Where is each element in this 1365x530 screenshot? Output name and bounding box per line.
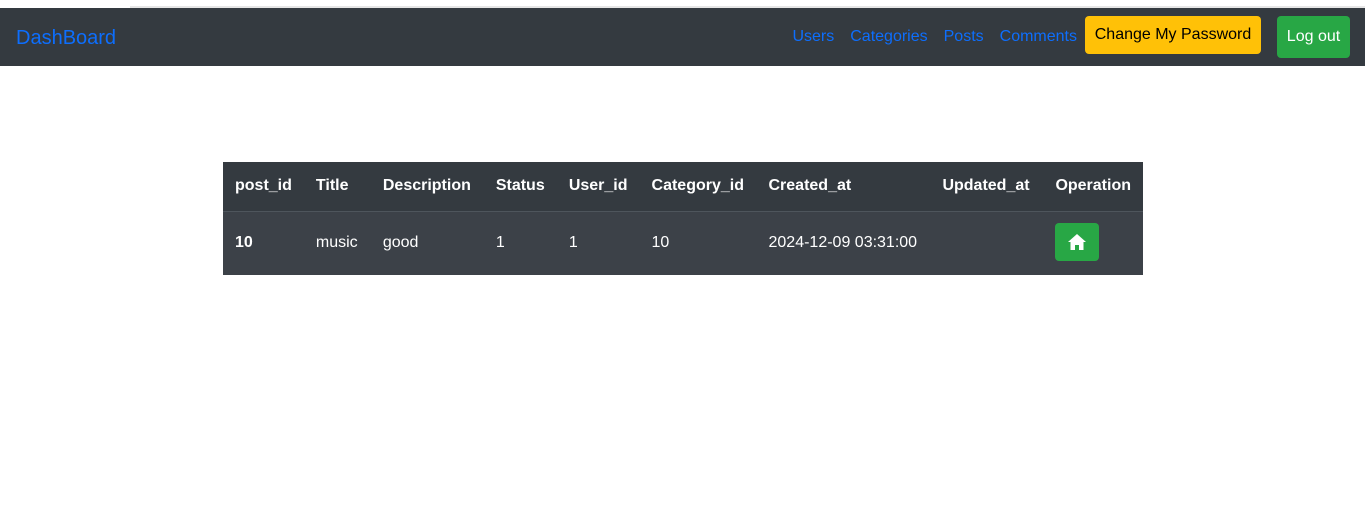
nav-link-posts[interactable]: Posts [944,27,984,47]
nav-link-users[interactable]: Users [792,27,834,47]
nav-links: Users Categories Posts Comments [792,27,1077,47]
column-header-status: Status [495,177,545,195]
column-header-operation: Operation [1055,177,1131,195]
table-row: 10 music good 1 1 10 2024-12-09 03:31:00 [223,211,1143,275]
column-header-category-id: Category_id [651,177,744,195]
logout-button[interactable]: Log out [1277,16,1350,58]
cell-description: good [382,234,419,252]
nav-link-comments[interactable]: Comments [1000,27,1077,47]
cell-user-id: 1 [568,234,578,252]
cell-title: music [315,234,358,252]
home-button[interactable] [1055,223,1100,262]
table-header: post_id Title Description Status User_id… [223,162,1143,211]
navbar: DashBoard Users Categories Posts Comment… [0,8,1365,66]
cell-status: 1 [495,234,505,252]
cell-created-at: 2024-12-09 03:31:00 [768,234,918,252]
home-icon [1068,234,1087,251]
table-body: 10 music good 1 1 10 2024-12-09 03:31:00 [223,211,1143,275]
change-password-button[interactable]: Change My Password [1085,16,1261,54]
cell-operation [1043,211,1143,275]
column-header-created-at: Created_at [768,177,852,195]
cell-updated-at [930,211,1043,275]
column-header-title: Title [315,177,349,195]
nav-link-categories[interactable]: Categories [850,27,927,47]
column-header-post-id: post_id [235,177,292,195]
column-header-updated-at: Updated_at [942,177,1030,195]
brand-link[interactable]: DashBoard [16,27,116,49]
column-header-user-id: User_id [568,177,628,195]
cell-post-id: 10 [235,234,253,252]
cell-category-id: 10 [651,234,670,252]
table-header-row: post_id Title Description Status User_id… [223,162,1143,211]
browser-top-strip [0,0,1365,8]
column-header-description: Description [382,177,471,195]
posts-table: post_id Title Description Status User_id… [223,162,1143,275]
